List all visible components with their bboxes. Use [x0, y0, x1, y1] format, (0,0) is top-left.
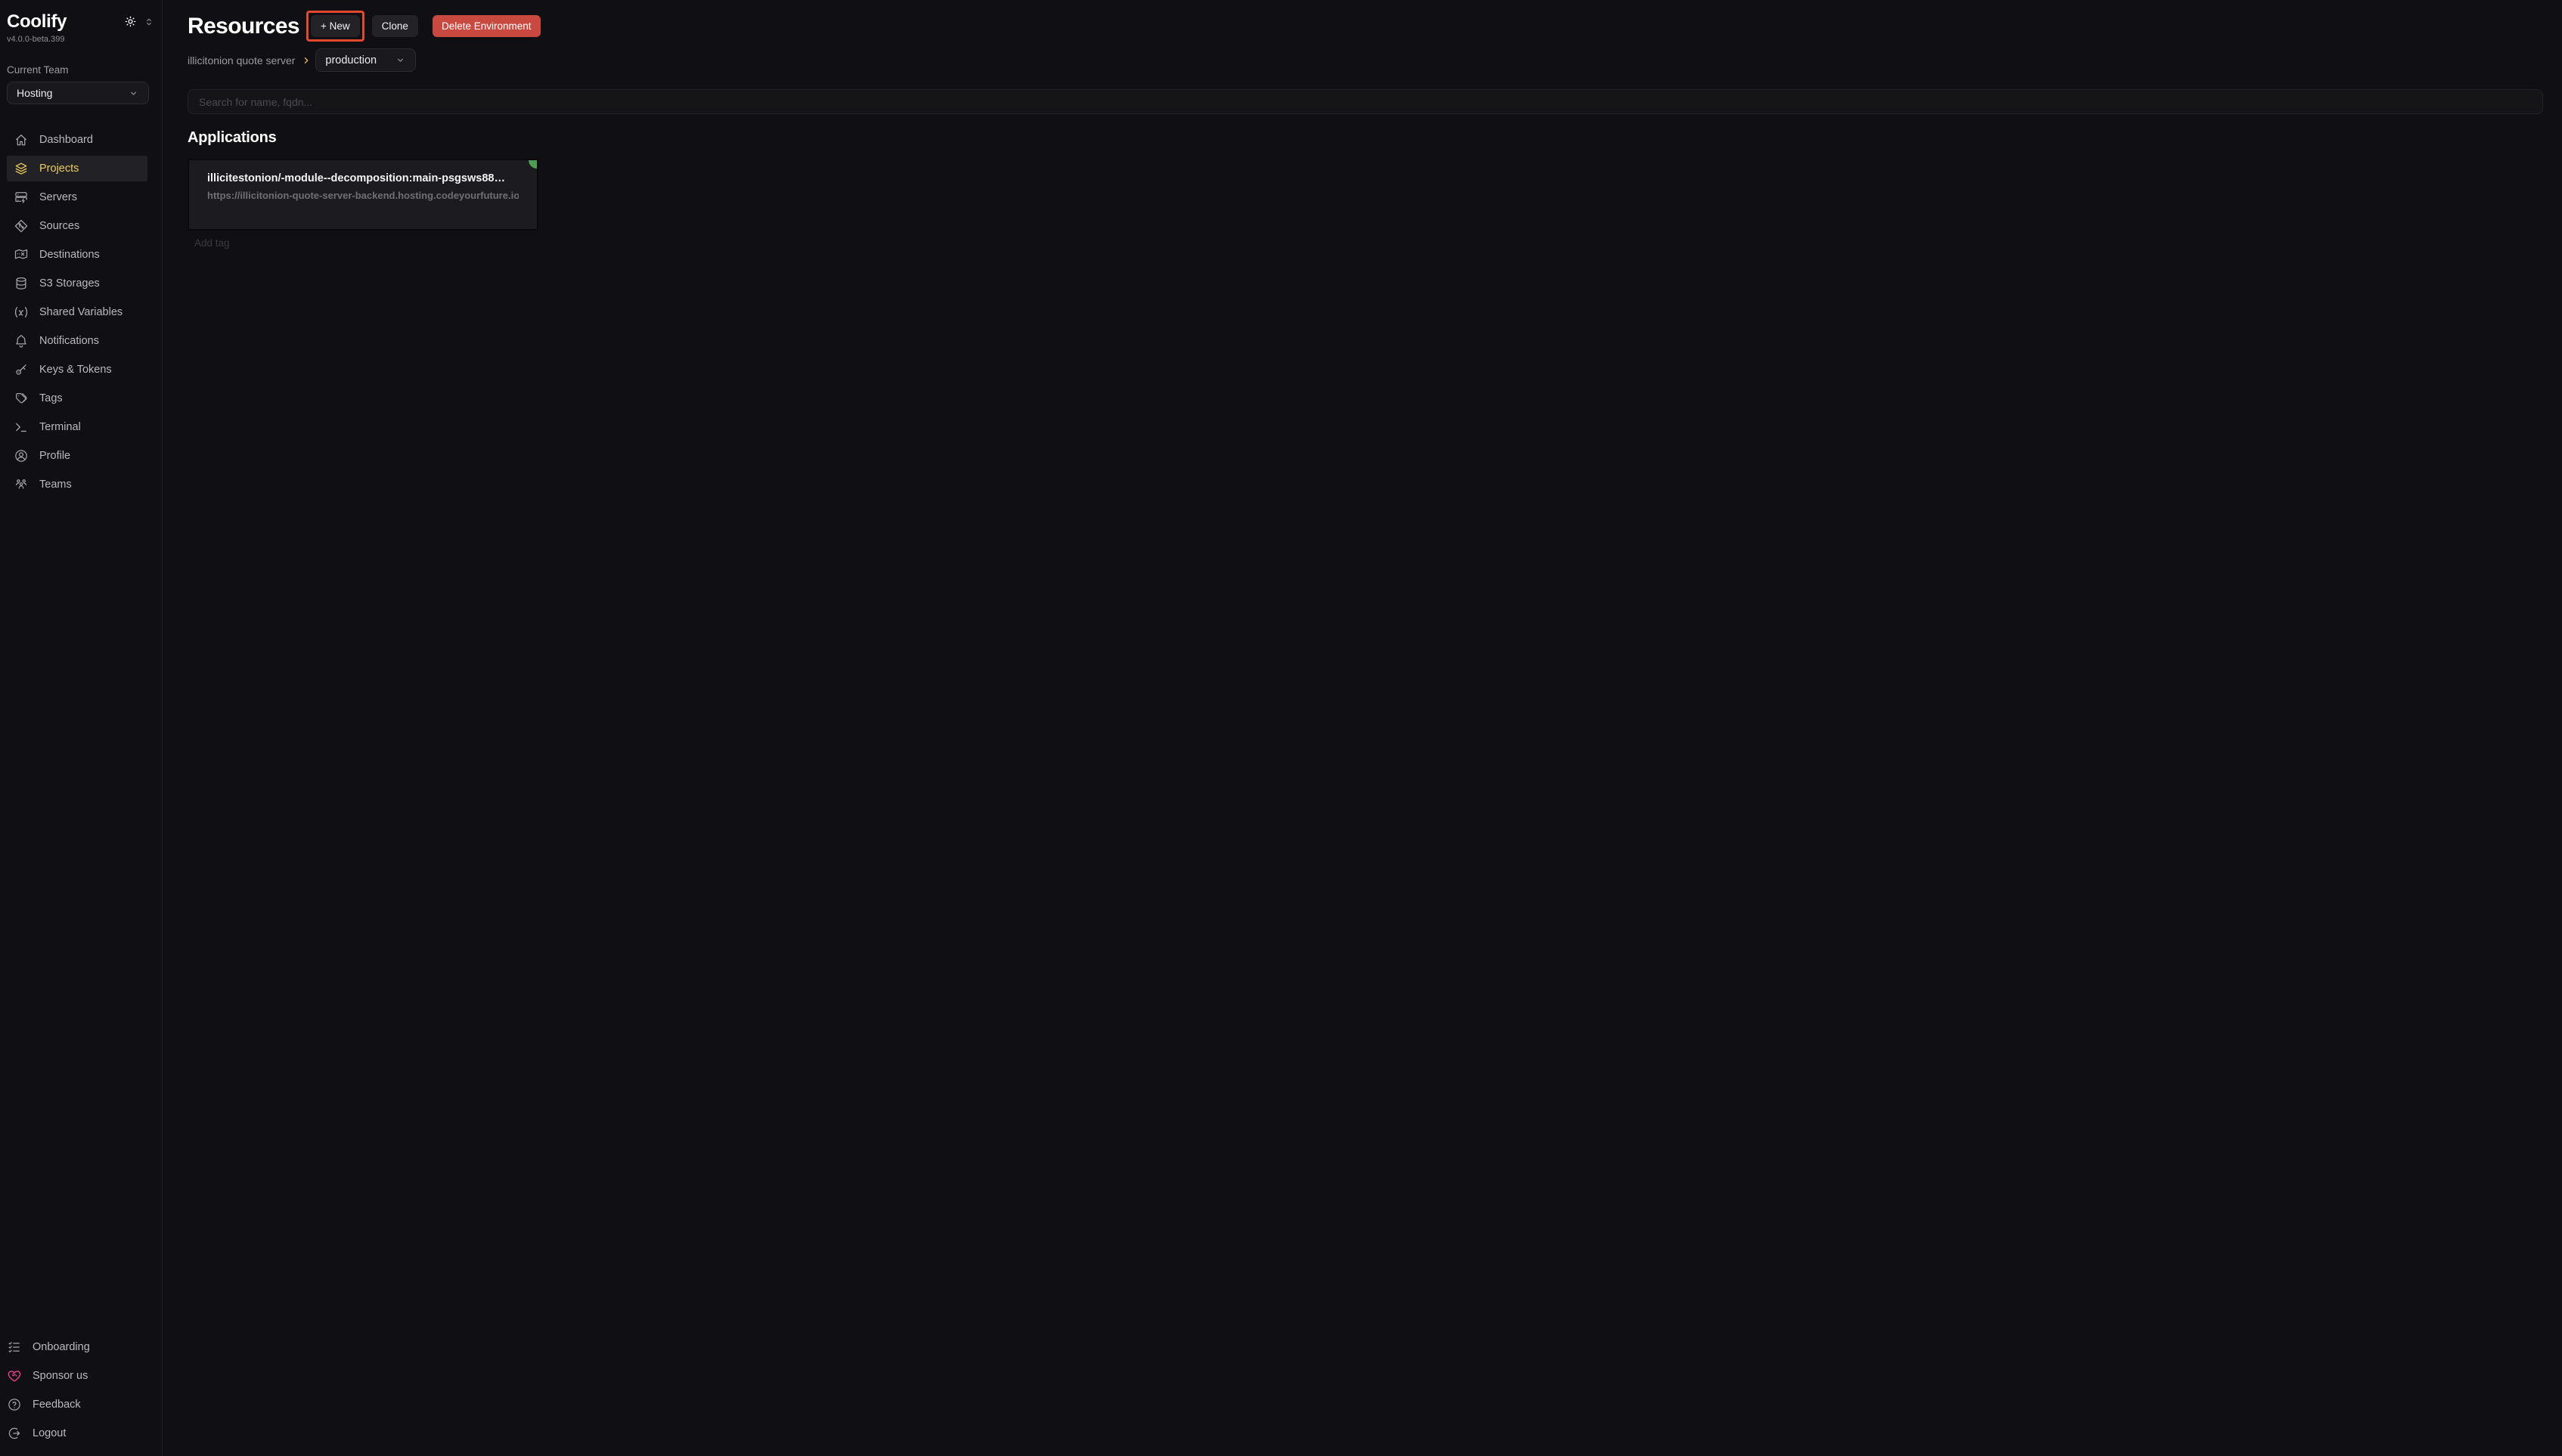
checklist-icon	[7, 1340, 22, 1355]
help-circle-icon	[7, 1397, 22, 1412]
sidebar-item-s3-storages[interactable]: S3 Storages	[7, 271, 147, 296]
search-input[interactable]	[188, 89, 2543, 114]
clone-button[interactable]: Clone	[372, 15, 418, 37]
sidebar-top: Coolify v4.0.0-beta.399 Current Team Hos…	[0, 0, 162, 497]
home-icon	[14, 132, 29, 147]
current-team-label: Current Team	[7, 64, 154, 76]
terminal-icon	[14, 420, 29, 435]
database-icon	[14, 276, 29, 291]
sidebar-item-label: Dashboard	[39, 134, 93, 146]
tag-icon	[14, 391, 29, 406]
sidebar-item-label: Tags	[39, 392, 63, 404]
chevron-down-icon	[128, 88, 139, 99]
sidebar-item-logout[interactable]: Logout	[7, 1420, 155, 1446]
sidebar: Coolify v4.0.0-beta.399 Current Team Hos…	[0, 0, 163, 1456]
new-button[interactable]: + New	[311, 15, 360, 37]
sidebar-item-shared-variables[interactable]: Shared Variables	[7, 299, 147, 325]
sidebar-item-feedback[interactable]: Feedback	[7, 1392, 155, 1417]
sidebar-nav: Dashboard Projects Servers Sources Desti…	[7, 127, 154, 497]
application-name: illicitestonion/-module--decomposition:m…	[207, 172, 516, 184]
logout-icon	[7, 1426, 22, 1441]
sidebar-item-notifications[interactable]: Notifications	[7, 328, 147, 354]
sidebar-item-label: S3 Storages	[39, 277, 100, 290]
theme-toggle-sun-icon[interactable]	[124, 15, 137, 28]
application-url: https://illicitonion-quote-server-backen…	[207, 190, 519, 201]
page-header: Resources + New Clone Delete Environment	[188, 11, 2543, 42]
click-target-annotation: + New	[306, 11, 364, 42]
sidebar-item-onboarding[interactable]: Onboarding	[7, 1334, 155, 1360]
sidebar-item-label: Keys & Tokens	[39, 364, 112, 376]
sidebar-item-profile[interactable]: Profile	[7, 443, 147, 469]
sidebar-item-tags[interactable]: Tags	[7, 386, 147, 411]
users-group-icon	[14, 477, 29, 492]
team-select-value: Hosting	[17, 87, 52, 99]
sidebar-item-keys-tokens[interactable]: Keys & Tokens	[7, 357, 147, 383]
map-icon	[14, 247, 29, 262]
application-card[interactable]: illicitestonion/-module--decomposition:m…	[188, 159, 538, 231]
sidebar-item-label: Sponsor us	[33, 1370, 88, 1382]
sidebar-flex-spacer	[0, 497, 162, 1334]
layers-icon	[14, 161, 29, 176]
sidebar-item-servers[interactable]: Servers	[7, 184, 147, 210]
sidebar-item-label: Sources	[39, 220, 79, 232]
sidebar-item-label: Logout	[33, 1427, 66, 1439]
sidebar-item-label: Destinations	[39, 249, 100, 261]
sidebar-item-sources[interactable]: Sources	[7, 213, 147, 239]
variable-icon	[14, 305, 29, 320]
sidebar-item-projects[interactable]: Projects	[7, 156, 147, 181]
sidebar-item-dashboard[interactable]: Dashboard	[7, 127, 147, 153]
app-logo: Coolify	[7, 11, 67, 33]
user-circle-icon	[14, 448, 29, 463]
sidebar-item-label: Feedback	[33, 1399, 81, 1411]
page-title: Resources	[188, 14, 299, 39]
sidebar-item-label: Servers	[39, 191, 77, 203]
bell-icon	[14, 333, 29, 349]
sidebar-item-label: Terminal	[39, 421, 81, 433]
environment-select-value: production	[325, 54, 377, 67]
sidebar-item-sponsor-us[interactable]: Sponsor us	[7, 1363, 155, 1389]
sidebar-item-label: Profile	[39, 450, 70, 462]
chevron-right-icon	[302, 56, 311, 65]
logo-row: Coolify	[7, 11, 154, 33]
sidebar-item-label: Onboarding	[33, 1341, 90, 1353]
breadcrumb-project[interactable]: illicitonion quote server	[188, 54, 295, 67]
logo-icons	[124, 15, 154, 28]
team-select[interactable]: Hosting	[7, 82, 149, 104]
sidebar-item-label: Projects	[39, 163, 79, 175]
status-indicator-dot	[529, 159, 538, 169]
sidebar-item-label: Shared Variables	[39, 306, 123, 318]
breadcrumb: illicitonion quote server production	[188, 48, 2543, 72]
git-icon	[14, 218, 29, 234]
sidebar-footer-nav: Onboarding Sponsor us Feedback Logout	[0, 1334, 162, 1446]
chevron-down-icon	[395, 54, 406, 66]
add-tag-button[interactable]: Add tag	[188, 237, 230, 249]
delete-environment-button[interactable]: Delete Environment	[433, 15, 541, 37]
sidebar-item-label: Notifications	[39, 335, 99, 347]
applications-section-title: Applications	[188, 129, 2543, 147]
app-version: v4.0.0-beta.399	[7, 35, 154, 44]
heart-handshake-icon	[7, 1368, 22, 1383]
sidebar-item-label: Teams	[39, 479, 72, 491]
main-content: Resources + New Clone Delete Environment…	[163, 0, 2562, 1456]
sidebar-item-teams[interactable]: Teams	[7, 472, 147, 497]
sidebar-item-destinations[interactable]: Destinations	[7, 242, 147, 268]
server-icon	[14, 190, 29, 205]
environment-select[interactable]: production	[315, 48, 416, 72]
sidebar-item-terminal[interactable]: Terminal	[7, 414, 147, 440]
theme-selector-icon[interactable]	[144, 16, 154, 28]
key-icon	[14, 362, 29, 377]
